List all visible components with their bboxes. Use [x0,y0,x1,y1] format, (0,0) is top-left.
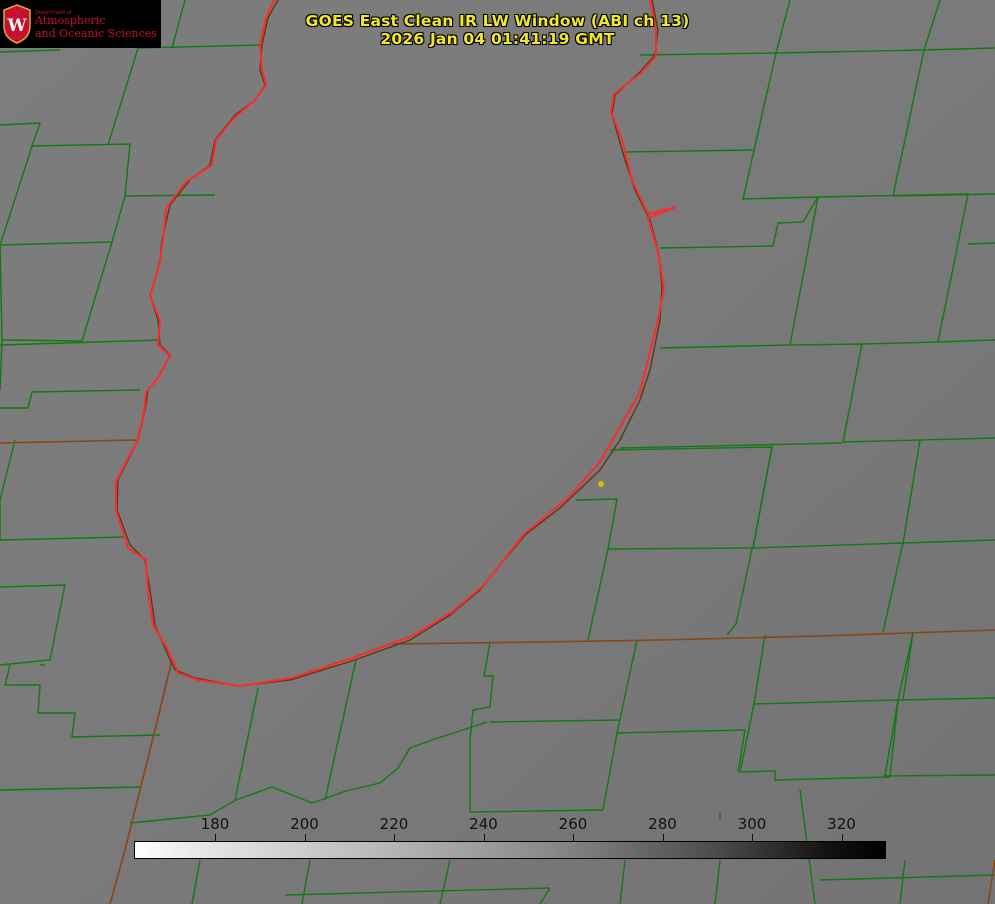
colorbar-tick-mark [394,834,395,841]
colorbar-tick-mark [215,834,216,841]
colorbar-tick-mark [752,834,753,841]
colorbar [134,841,886,859]
colorbar-tick-label: 240 [469,815,498,833]
colorbar-tick-mark [573,834,574,841]
colorbar-tick-label: 300 [737,815,767,833]
colorbar-tick-label: 260 [558,815,588,833]
ir-background [0,0,995,904]
satellite-image-viewer: W Department of Atmospheric and Oceanic … [0,0,995,904]
satellite-map [0,0,995,904]
image-title: GOES East Clean IR LW Window (ABI ch 13) [305,12,690,30]
colorbar-tick-label: 200 [290,815,319,833]
colorbar-tick-mark [304,834,306,841]
colorbar-tick-mark [841,834,843,841]
colorbar-tick-mark [483,834,485,841]
colorbar-tick-label: 180 [200,815,230,833]
colorbar-tick-mark [662,834,664,841]
colorbar-tick-label: 280 [648,815,677,833]
colorbar-tick-label: 220 [379,815,409,833]
dot-icon [598,481,604,487]
image-timestamp: 2026 Jan 04 01:41:19 GMT [380,30,615,48]
colorbar-tick-label: 320 [827,815,856,833]
